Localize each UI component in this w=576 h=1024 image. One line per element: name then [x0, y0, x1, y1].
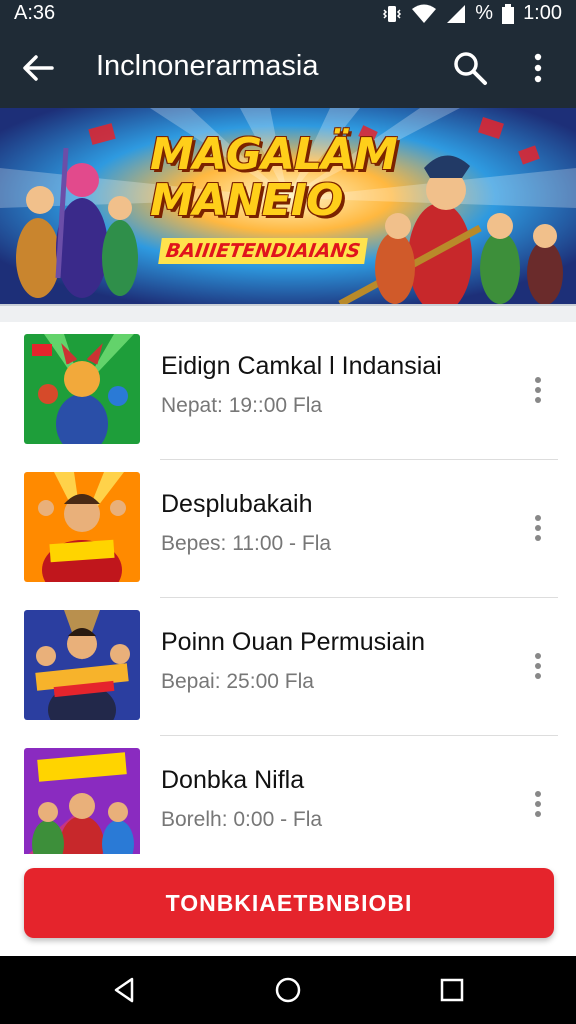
- list-item-title: Poinn Ouan Permusiain: [161, 628, 426, 656]
- list-item-title: Donbka Nifla: [161, 766, 305, 794]
- search-button[interactable]: [450, 48, 490, 88]
- primary-action-button[interactable]: TONBKIAETBNBIOBI: [24, 868, 554, 938]
- featured-banner[interactable]: MAGALÄM MANEIO BAIIIETENDIAIANS: [0, 108, 576, 304]
- nav-recents-icon: [440, 978, 464, 1002]
- list-item-subtitle: Borelh: 0:00 - Fla: [161, 808, 323, 831]
- list-item-menu-button[interactable]: [524, 646, 552, 686]
- nav-back-icon: [114, 977, 134, 1003]
- status-left-time: A:36: [14, 2, 56, 24]
- back-button[interactable]: [18, 48, 58, 88]
- page-title: Inclnonerarmasia: [96, 50, 319, 82]
- list-item-thumbnail: [24, 748, 140, 854]
- list-item-thumbnail: [24, 334, 140, 444]
- battery-percent: %: [475, 2, 494, 24]
- section-divider: [0, 304, 576, 322]
- status-right-time: 1:00: [523, 2, 562, 24]
- more-vert-icon: [534, 53, 542, 83]
- nav-home-icon: [275, 977, 301, 1003]
- list-item-title: Desplubakaih: [161, 490, 313, 518]
- nav-home-button[interactable]: [272, 974, 304, 1006]
- wifi-icon: [411, 3, 437, 25]
- banner-title-line1: MAGALÄM: [150, 129, 398, 180]
- search-icon: [454, 52, 487, 85]
- list-item-thumbnail: [24, 610, 140, 720]
- more-vert-icon: [535, 653, 541, 679]
- nav-recents-button[interactable]: [436, 974, 468, 1006]
- episode-list: Eidign Camkal l Indansiai Nepat: 19::00 …: [0, 322, 576, 854]
- more-vert-icon: [535, 515, 541, 541]
- nav-back-button[interactable]: [108, 974, 140, 1006]
- cta-container: TONBKIAETBNBIOBI: [0, 854, 576, 956]
- list-item[interactable]: Eidign Camkal l Indansiai Nepat: 19::00 …: [0, 322, 576, 460]
- list-item-title: Eidign Camkal l Indansiai: [161, 352, 442, 380]
- list-item-subtitle: Bepes: 11:00 - Fla: [161, 532, 332, 555]
- signal-icon: [445, 3, 467, 25]
- list-item-menu-button[interactable]: [524, 508, 552, 548]
- list-item[interactable]: Poinn Ouan Permusiain Bepai: 25:00 Fla: [0, 598, 576, 736]
- banner-subtitle: BAIIIETENDIAIANS: [158, 238, 368, 264]
- battery-icon: [501, 3, 515, 25]
- list-item[interactable]: Desplubakaih Bepes: 11:00 - Fla: [0, 460, 576, 598]
- list-item-thumbnail: [24, 472, 140, 582]
- more-vert-icon: [535, 791, 541, 817]
- status-bar: A:36 % 1:00: [0, 0, 576, 28]
- list-item-subtitle: Nepat: 19::00 Fla: [161, 394, 323, 417]
- status-icons: % 1:00: [381, 2, 562, 25]
- arrow-left-icon: [23, 55, 54, 81]
- banner-title-line2: MANEIO: [150, 175, 344, 226]
- vibrate-icon: [381, 3, 403, 25]
- banner-title: MAGALÄM MANEIO: [150, 129, 398, 226]
- list-item-subtitle: Bepai: 25:00 Fla: [161, 670, 314, 693]
- list-item[interactable]: Donbka Nifla Borelh: 0:00 - Fla: [0, 736, 576, 854]
- list-item-menu-button[interactable]: [524, 784, 552, 824]
- system-nav-bar: [0, 956, 576, 1024]
- list-item-menu-button[interactable]: [524, 370, 552, 410]
- more-vert-icon: [535, 377, 541, 403]
- app-bar: Inclnonerarmasia: [0, 28, 576, 108]
- overflow-menu-button[interactable]: [522, 48, 554, 88]
